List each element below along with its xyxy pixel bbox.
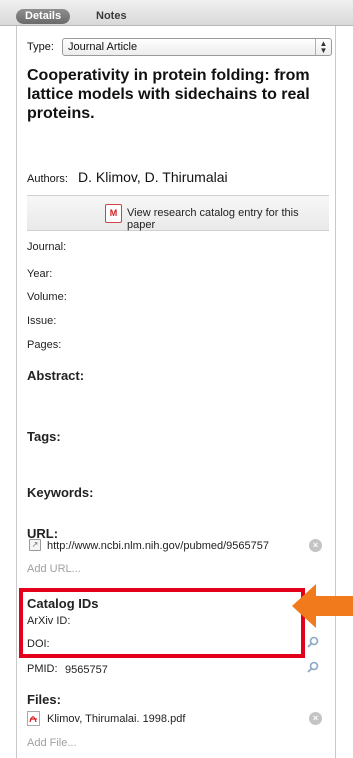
pdf-file-icon — [27, 711, 40, 726]
type-select-value: Journal Article — [68, 41, 138, 53]
type-select[interactable]: Journal Article ▲ ▼ — [62, 38, 332, 56]
pages-label[interactable]: Pages: — [27, 339, 61, 351]
volume-label[interactable]: Volume: — [27, 291, 67, 303]
view-catalog-label: View research catalog entry for this pap… — [127, 207, 299, 231]
pmid-label: PMID: — [27, 663, 58, 675]
search-icon[interactable] — [307, 661, 319, 673]
tags-heading: Tags: — [27, 429, 61, 444]
details-panel: Type: Journal Article ▲ ▼ Cooperativity i… — [16, 26, 336, 758]
authors-value[interactable]: D. Klimov, D. Thirumalai — [78, 169, 228, 185]
url-value[interactable]: http://www.ncbi.nlm.nih.gov/pubmed/95657… — [47, 540, 269, 552]
view-catalog-button[interactable]: M View research catalog entry for this p… — [27, 195, 329, 231]
tab-bar: Details Notes — [0, 0, 353, 26]
abstract-heading: Abstract: — [27, 368, 85, 383]
type-label: Type: — [27, 41, 54, 53]
files-heading: Files: — [27, 692, 61, 707]
add-file-link[interactable]: Add File... — [27, 737, 77, 749]
remove-url-icon[interactable]: × — [309, 539, 322, 552]
link-icon[interactable]: ↗ — [29, 539, 41, 551]
pmid-value[interactable]: 9565757 — [65, 664, 108, 676]
remove-file-icon[interactable]: × — [309, 712, 322, 725]
tab-notes[interactable]: Notes — [86, 9, 137, 24]
mendeley-icon: M — [105, 204, 122, 223]
keywords-heading: Keywords: — [27, 485, 94, 500]
authors-label: Authors: — [27, 173, 68, 185]
add-url-link[interactable]: Add URL... — [27, 563, 81, 575]
year-label[interactable]: Year: — [27, 268, 52, 280]
select-arrows-icon: ▲ ▼ — [315, 39, 331, 55]
file-name[interactable]: Klimov, Thirumalai. 1998.pdf — [47, 713, 185, 725]
search-icon[interactable] — [307, 636, 319, 648]
issue-label[interactable]: Issue: — [27, 315, 56, 327]
orange-arrow-icon — [292, 584, 353, 628]
highlight-box — [19, 588, 305, 658]
document-title[interactable]: Cooperativity in protein folding: from l… — [27, 66, 332, 123]
tab-details[interactable]: Details — [16, 9, 71, 24]
journal-label[interactable]: Journal: — [27, 241, 66, 253]
